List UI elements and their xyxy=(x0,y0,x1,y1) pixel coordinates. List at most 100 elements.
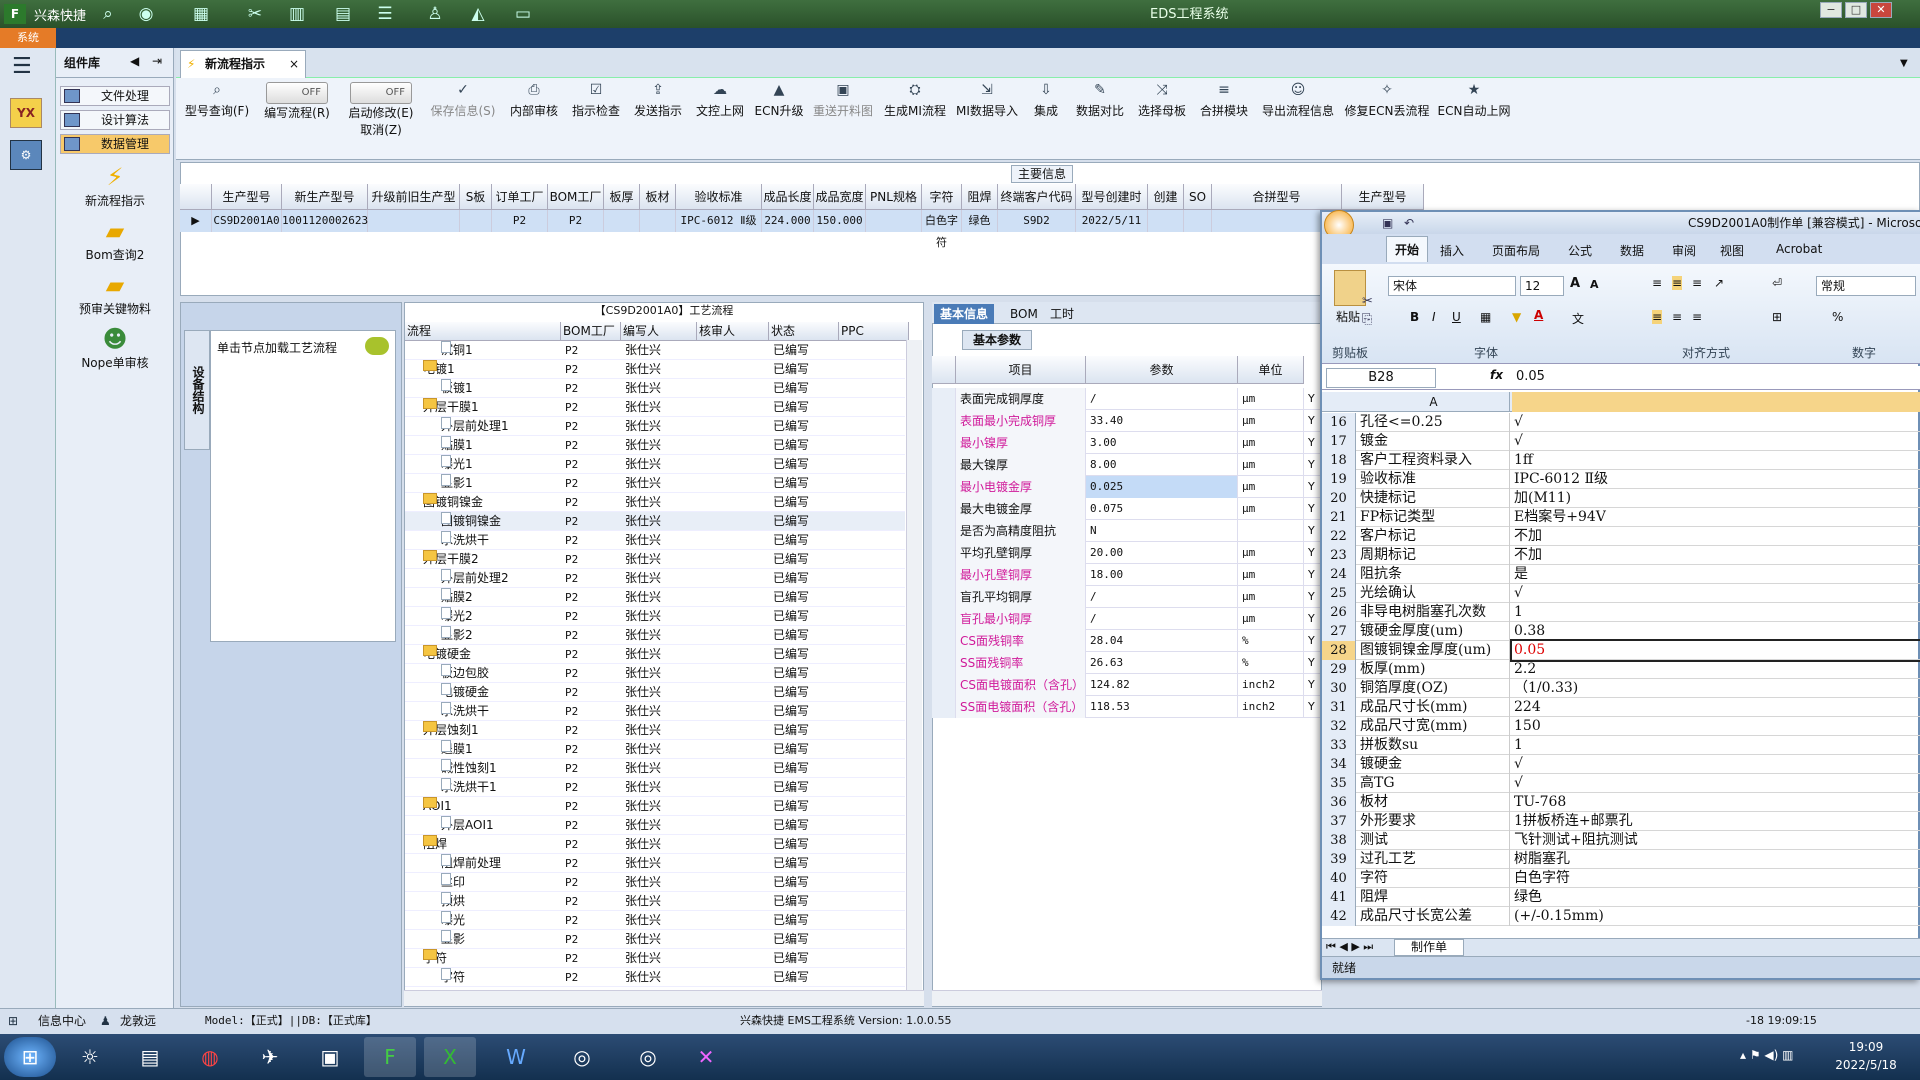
big-item-new-flow[interactable]: ⚡ 新流程指示 xyxy=(56,164,174,209)
sheet-row[interactable]: 22 客户标记 不加 xyxy=(1322,527,1920,546)
param-row[interactable]: 表面完成铜厚度 / μm Y xyxy=(932,388,1322,410)
main-cell[interactable]: P2 xyxy=(548,210,604,232)
row-number[interactable]: 40 xyxy=(1322,869,1356,888)
sheet-nav-icon[interactable]: ⏮ ◀ ▶ ⏭ xyxy=(1326,940,1373,954)
border-icon[interactable]: ▦ xyxy=(1480,310,1491,324)
table-row[interactable]: 贴膜2 P2 张仕兴 已编写 xyxy=(405,588,905,607)
cell-b[interactable]: TU-768 xyxy=(1512,793,1920,812)
cell-a[interactable]: 周期标记 xyxy=(1358,546,1510,565)
cell-a[interactable]: 成品尺寸宽(mm) xyxy=(1358,717,1510,736)
column-a-header[interactable]: A xyxy=(1358,392,1510,412)
chevron-left-icon[interactable]: ◀ xyxy=(130,54,139,68)
sheet-row[interactable]: 31 成品尺寸长(mm) 224 xyxy=(1322,698,1920,717)
param-col-header[interactable]: 项目 xyxy=(956,356,1086,384)
main-cell[interactable] xyxy=(604,210,640,232)
param-value[interactable]: 8.00 xyxy=(1086,454,1238,476)
cell-b[interactable]: 1拼板桥连+邮票孔 xyxy=(1512,812,1920,831)
clipboard-icon[interactable]: ▤ xyxy=(330,3,356,25)
percent-icon[interactable]: % xyxy=(1832,310,1843,324)
cell-b[interactable]: 不加 xyxy=(1512,546,1920,565)
fx-icon[interactable]: fx xyxy=(1490,368,1503,382)
row-number[interactable]: 20 xyxy=(1322,489,1356,508)
align-left-icon[interactable]: ≡ xyxy=(1652,310,1663,324)
row-number[interactable]: 16 xyxy=(1322,413,1356,432)
table-row[interactable]: 丝印 P2 张仕兴 已编写 xyxy=(405,873,905,892)
sheet-row[interactable]: 30 铜箔厚度(OZ) （1/0.33) xyxy=(1322,679,1920,698)
save-info-button[interactable]: ✓ 保存信息(S) xyxy=(430,82,496,119)
cell-b[interactable]: 绿色 xyxy=(1512,888,1920,907)
integrate-button[interactable]: ⇩ 集成 xyxy=(1026,82,1066,119)
cell-b[interactable]: 飞针测试+阻抗测试 xyxy=(1512,831,1920,850)
param-value[interactable]: 28.04 xyxy=(1086,630,1238,652)
big-item-nope[interactable]: ☻ Nope单审核 xyxy=(56,326,174,371)
table-row[interactable]: 图镀铜镍金 P2 张仕兴 已编写 xyxy=(405,493,905,512)
main-col-header[interactable]: 订单工厂 xyxy=(492,184,548,210)
export-flow-button[interactable]: ☺ 导出流程信息 xyxy=(1258,82,1338,119)
tree-col-header[interactable]: 流程 xyxy=(405,322,561,341)
font-size-select[interactable]: 12 xyxy=(1520,276,1564,296)
row-number[interactable]: 33 xyxy=(1322,736,1356,755)
cell-a[interactable]: 测试 xyxy=(1358,831,1510,850)
cell-b[interactable]: 加(M11) xyxy=(1512,489,1920,508)
main-cell[interactable] xyxy=(460,210,492,232)
maximize-button[interactable]: □ xyxy=(1845,2,1867,18)
tree-col-header[interactable]: 状态 xyxy=(769,322,839,341)
table-row[interactable]: 外层干膜2 P2 张仕兴 已编写 xyxy=(405,550,905,569)
cell-b[interactable]: 不加 xyxy=(1512,527,1920,546)
data-compare-button[interactable]: ✎ 数据对比 xyxy=(1072,82,1128,119)
cell-a[interactable]: FP标记类型 xyxy=(1358,508,1510,527)
tree-col-header[interactable]: 核审人 xyxy=(697,322,769,341)
param-row[interactable]: 最小电镀金厚 0.025 μm Y xyxy=(932,476,1322,498)
minimize-button[interactable]: − xyxy=(1820,2,1842,18)
param-row[interactable]: CS面残铜率 28.04% Y xyxy=(932,630,1322,652)
cell-a[interactable]: 非导电树脂塞孔次数 xyxy=(1358,603,1510,622)
param-value[interactable]: / xyxy=(1086,388,1238,410)
cell-b[interactable]: √ xyxy=(1512,774,1920,793)
sheet-row[interactable]: 29 板厚(mm) 2.2 xyxy=(1322,660,1920,679)
system-tab[interactable]: 系统 xyxy=(0,28,56,48)
list-icon[interactable]: ☰ xyxy=(372,3,398,25)
app-save-icon[interactable]: ▣ xyxy=(304,1037,356,1077)
cell-b[interactable]: 是 xyxy=(1512,565,1920,584)
cell-b[interactable]: 150 xyxy=(1512,717,1920,736)
main-col-header[interactable]: 合拼型号 xyxy=(1212,184,1342,210)
param-value[interactable]: 118.53 xyxy=(1086,696,1238,718)
cell-b[interactable]: 1 xyxy=(1512,603,1920,622)
table-row[interactable]: 水洗烘干 P2 张仕兴 已编写 xyxy=(405,702,905,721)
horizontal-scrollbar[interactable] xyxy=(404,990,924,1006)
wrap-icon[interactable]: ⏎ xyxy=(1772,276,1782,290)
table-row[interactable]: 电镀硬金 P2 张仕兴 已编写 xyxy=(405,683,905,702)
sheet-row[interactable]: 42 成品尺寸长宽公差 (+/-0.15mm) xyxy=(1322,907,1920,926)
bold-icon[interactable]: B xyxy=(1410,310,1419,324)
cell-a[interactable]: 光绘确认 xyxy=(1358,584,1510,603)
cell-a[interactable]: 验收标准 xyxy=(1358,470,1510,489)
sheet-row[interactable]: 41 阻焊 绿色 xyxy=(1322,888,1920,907)
excel-tab[interactable]: 开始 xyxy=(1386,236,1429,262)
select-master-button[interactable]: ⤨ 选择母板 xyxy=(1134,82,1190,119)
excel-tab[interactable]: 审阅 xyxy=(1672,242,1696,259)
tab-basic-params[interactable]: 基本参数 xyxy=(962,330,1032,350)
lib-item-algo[interactable]: 设计算法 xyxy=(60,110,170,130)
main-col-header[interactable]: 验收标准 xyxy=(676,184,762,210)
align-middle-icon[interactable]: ≡ xyxy=(1672,276,1683,290)
app-remote-icon[interactable]: ◎ xyxy=(556,1037,608,1077)
param-row[interactable]: 最小孔壁铜厚 18.00 μm Y xyxy=(932,564,1322,586)
param-row[interactable]: 表面最小完成铜厚 33.40 μm Y xyxy=(932,410,1322,432)
mi-import-button[interactable]: ⇲ MI数据导入 xyxy=(954,82,1020,119)
param-value[interactable]: 33.40 xyxy=(1086,410,1238,432)
start-button[interactable]: ⊞ xyxy=(4,1037,56,1077)
tab-basic-info[interactable]: 基本信息 xyxy=(934,304,995,324)
underline-icon[interactable]: U xyxy=(1452,310,1461,324)
table-row[interactable]: 水洗烘干 P2 张仕兴 已编写 xyxy=(405,531,905,550)
app-acrobat-icon[interactable]: ◍ xyxy=(184,1037,236,1077)
row-number[interactable]: 34 xyxy=(1322,755,1356,774)
main-col-header[interactable]: 生产型号 xyxy=(212,184,282,210)
param-row[interactable]: 盲孔平均铜厚 / μm Y xyxy=(932,586,1322,608)
cell-b[interactable]: 224 xyxy=(1512,698,1920,717)
tree-col-header[interactable]: PPC xyxy=(839,322,909,341)
sheet-row[interactable]: 28 图镀铜镍金厚度(um) 0.05 xyxy=(1322,639,1920,662)
param-value[interactable]: 18.00 xyxy=(1086,564,1238,586)
row-number[interactable]: 39 xyxy=(1322,850,1356,869)
cell-b[interactable]: 2.2 xyxy=(1512,660,1920,679)
cell-a[interactable]: 孔径<=0.25 xyxy=(1358,413,1510,432)
